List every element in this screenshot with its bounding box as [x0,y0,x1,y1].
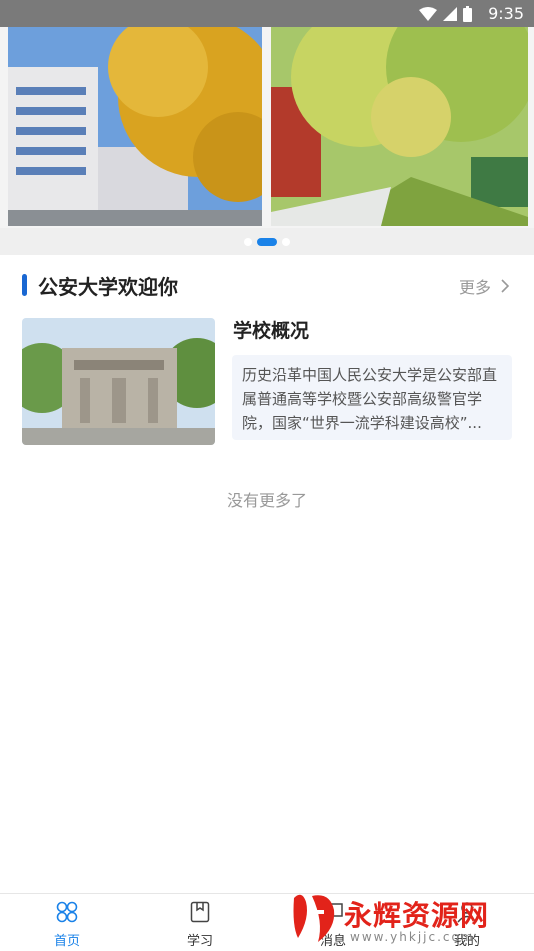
status-icons [419,6,472,22]
article-summary[interactable]: 历史沿革中国人民公安大学是公安部直属普通高等学校暨公安部高级警官学院，国家“世界… [232,355,512,440]
section-header: 公安大学欢迎你 [22,270,178,300]
tab-label: 学习 [186,934,213,949]
tab-home[interactable]: 首页 [27,900,107,949]
wifi-icon [419,7,437,21]
watermark-text: 永辉资源网 [344,899,490,932]
end-of-list-text: 没有更多了 [226,491,307,510]
watermark-url: www.yhkjjc.com [350,930,475,944]
tab-study[interactable]: 学习 [160,900,240,949]
carousel-dot[interactable] [282,238,290,246]
status-bar: 9:35 [0,0,534,27]
carousel-dot[interactable] [244,238,252,246]
carousel-indicator [0,228,534,255]
watermark-logo [293,894,335,942]
article-thumbnail[interactable] [22,318,215,445]
book-icon [190,901,210,923]
home-icon [56,901,78,923]
section-accent-bar [22,274,27,296]
clock: 9:35 [488,4,524,23]
watermark: 永辉资源网 www.yhkjjc.com [288,886,534,950]
banner-slide-image[interactable] [8,27,262,226]
article-summary-text: 历史沿革中国人民公安大学是公安部直属普通高等学校暨公安部高级警官学院，国家“世界… [242,366,498,432]
section-title: 公安大学欢迎你 [38,274,178,299]
more-link[interactable]: 更多 [459,274,510,298]
banner-carousel[interactable] [0,27,534,228]
article-title[interactable]: 学校概况 [233,316,309,343]
more-label: 更多 [458,278,491,297]
carousel-dot-active[interactable] [257,238,277,246]
banner-slide-image[interactable] [271,27,528,226]
chevron-right-icon [501,279,510,293]
battery-icon [463,6,472,22]
signal-icon [443,7,457,21]
tab-label: 首页 [53,934,80,949]
